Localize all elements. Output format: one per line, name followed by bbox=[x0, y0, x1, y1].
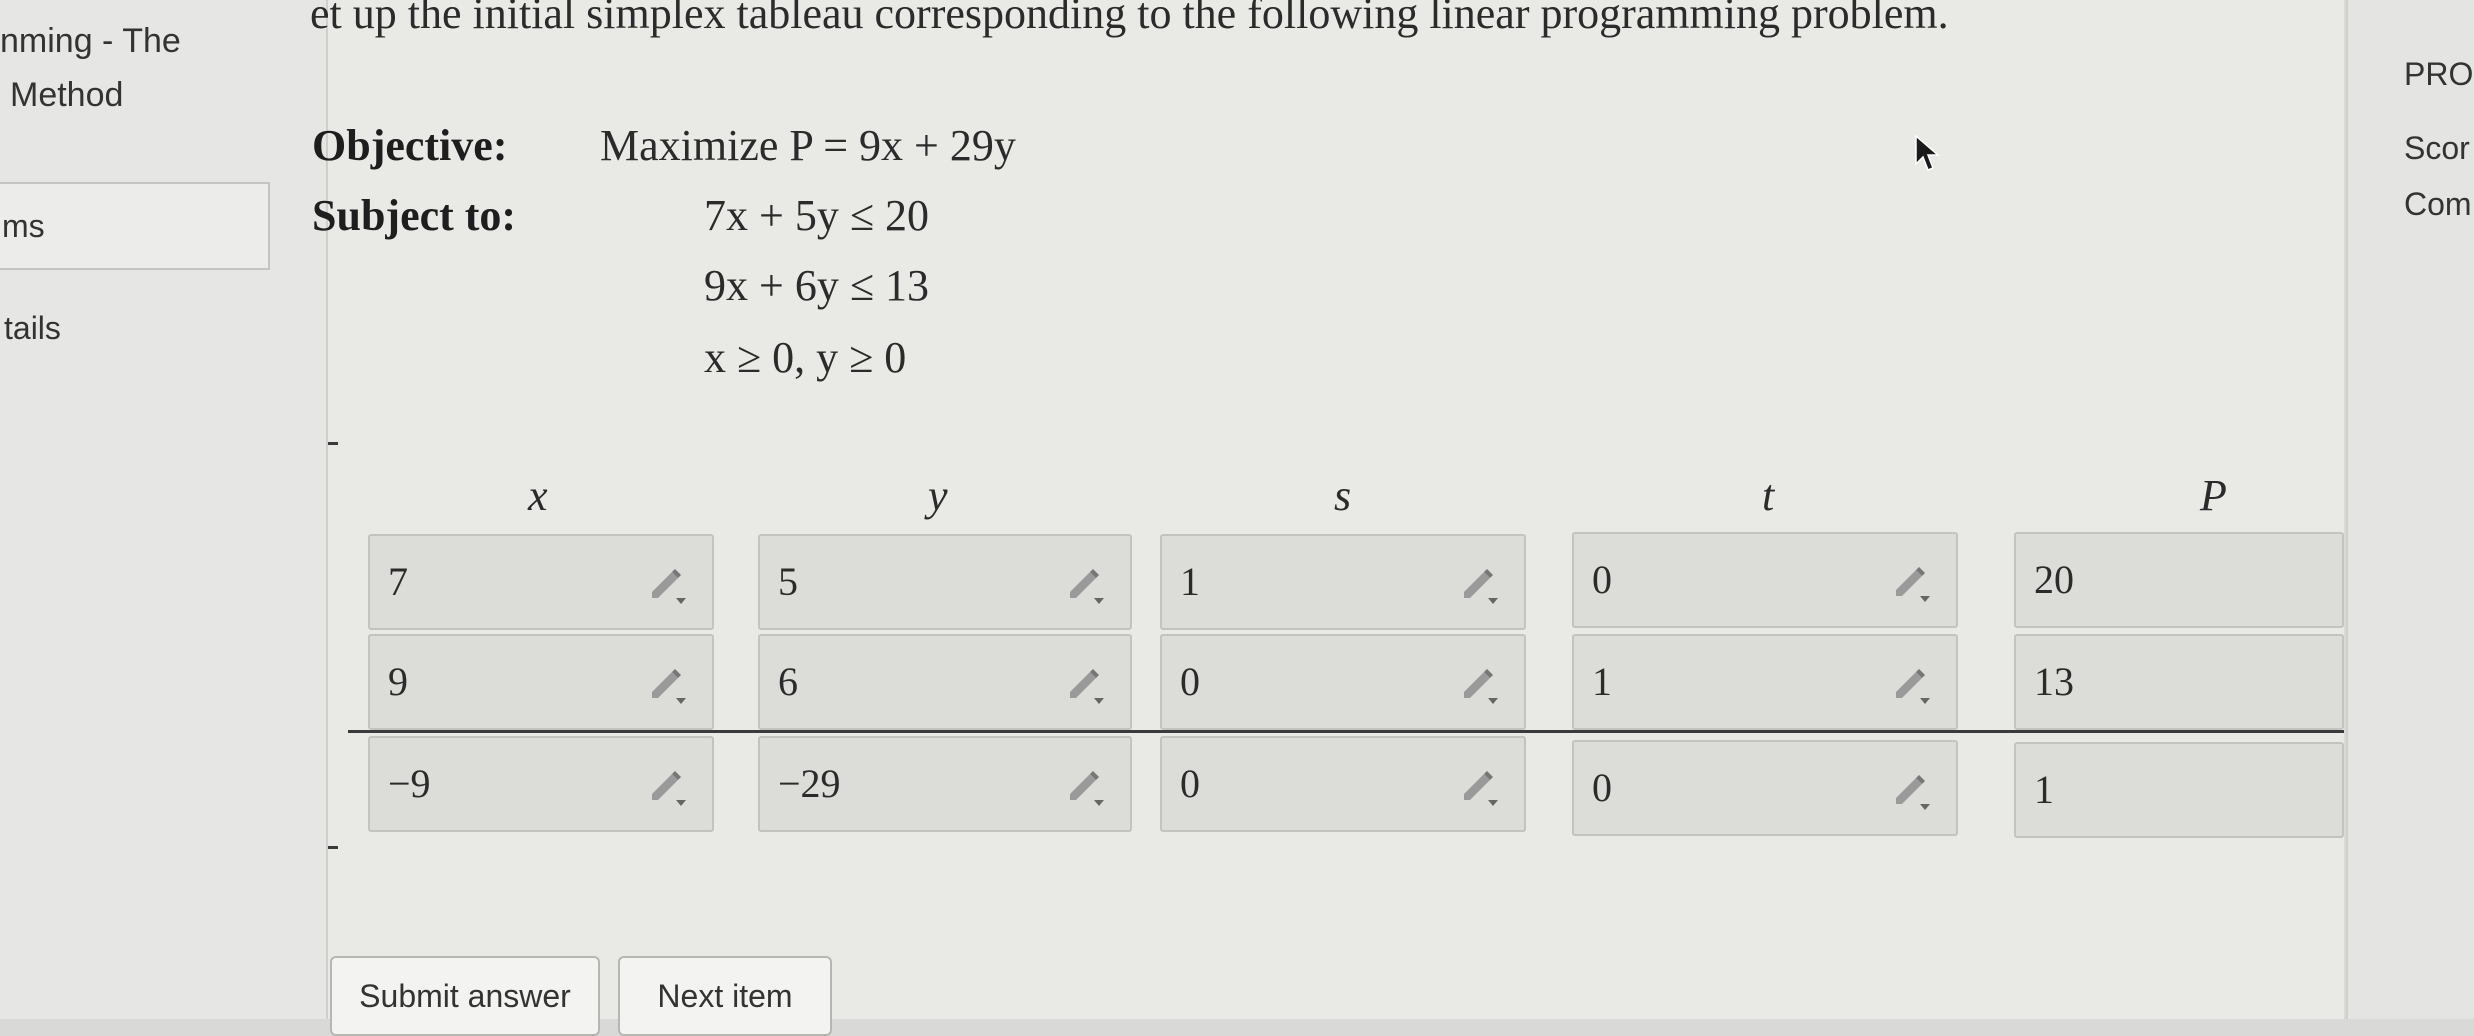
subject-to-label: Subject to: bbox=[312, 191, 517, 240]
objective-function: Maximize P = 9x + 29y bbox=[600, 121, 1016, 170]
tableau-cell-r3-y[interactable]: −29 bbox=[758, 736, 1132, 832]
cell-value: 0 bbox=[1180, 761, 1200, 806]
tableau-cell-r2-P[interactable]: 13 bbox=[2014, 634, 2344, 730]
right-panel: PRO Scor Com bbox=[2346, 0, 2474, 1019]
cell-value: 5 bbox=[778, 559, 798, 604]
pencil-dropdown-icon[interactable] bbox=[1064, 562, 1108, 606]
cell-value: 1 bbox=[2034, 767, 2054, 812]
column-header-P: P bbox=[2200, 471, 2227, 520]
tableau-cell-r1-P[interactable]: 20 bbox=[2014, 532, 2344, 628]
cell-value: 9 bbox=[388, 659, 408, 704]
cell-value: 0 bbox=[1180, 659, 1200, 704]
cell-value: −9 bbox=[388, 761, 431, 806]
cell-value: 20 bbox=[2034, 557, 2074, 602]
column-header-y: y bbox=[928, 471, 948, 520]
tableau-cell-r2-x[interactable]: 9 bbox=[368, 634, 714, 730]
tableau-cell-r1-y[interactable]: 5 bbox=[758, 534, 1132, 630]
question-instructions: et up the initial simplex tableau corres… bbox=[310, 0, 1949, 38]
pencil-dropdown-icon[interactable] bbox=[1890, 768, 1934, 812]
pencil-dropdown-icon[interactable] bbox=[1890, 560, 1934, 604]
tableau-cell-r3-x[interactable]: −9 bbox=[368, 736, 714, 832]
next-item-button[interactable]: Next item bbox=[618, 956, 832, 1036]
cell-value: 7 bbox=[388, 559, 408, 604]
right-panel-completion: Com bbox=[2404, 186, 2472, 222]
tableau-cell-r1-s[interactable]: 1 bbox=[1160, 534, 1526, 630]
question-panel: et up the initial simplex tableau corres… bbox=[310, 0, 2344, 1036]
sidebar-item-problems[interactable]: ms bbox=[0, 182, 270, 270]
tableau-cell-r1-t[interactable]: 0 bbox=[1572, 532, 1958, 628]
sidebar-item-label: ms bbox=[2, 208, 45, 244]
pencil-dropdown-icon[interactable] bbox=[646, 764, 690, 808]
cell-value: 13 bbox=[2034, 659, 2074, 704]
cell-value: 1 bbox=[1180, 559, 1200, 604]
submit-answer-button[interactable]: Submit answer bbox=[330, 956, 600, 1036]
cell-value: −29 bbox=[778, 761, 841, 806]
constraint-1: 7x + 5y ≤ 20 bbox=[704, 191, 929, 240]
sidebar: nming - The Method ms tails bbox=[0, 0, 328, 1019]
tableau-cell-r2-t[interactable]: 1 bbox=[1572, 634, 1958, 730]
cell-value: 0 bbox=[1592, 557, 1612, 602]
pencil-dropdown-icon[interactable] bbox=[1890, 662, 1934, 706]
tableau-cell-r2-s[interactable]: 0 bbox=[1160, 634, 1526, 730]
sidebar-item-details[interactable]: tails bbox=[4, 310, 61, 347]
pencil-dropdown-icon[interactable] bbox=[1064, 764, 1108, 808]
bracket-top-tick bbox=[328, 442, 338, 445]
tableau-cell-r3-P[interactable]: 1 bbox=[2014, 742, 2344, 838]
tableau-cell-r1-x[interactable]: 7 bbox=[368, 534, 714, 630]
assignment-title[interactable]: nming - The Method bbox=[0, 14, 181, 122]
constraint-2: 9x + 6y ≤ 13 bbox=[704, 261, 929, 310]
assignment-title-line1: nming - The bbox=[0, 22, 181, 60]
cell-value: 1 bbox=[1592, 659, 1612, 704]
right-panel-heading: PRO bbox=[2404, 56, 2474, 92]
assignment-title-line2: Method bbox=[10, 76, 124, 114]
right-panel-score: Scor bbox=[2404, 130, 2470, 166]
mouse-pointer-icon bbox=[1915, 134, 1941, 171]
column-header-x: x bbox=[528, 471, 548, 520]
tableau-divider bbox=[348, 730, 2344, 733]
bracket-bottom-tick bbox=[328, 846, 338, 849]
cell-value: 0 bbox=[1592, 765, 1612, 810]
constraint-nonnegativity: x ≥ 0, y ≥ 0 bbox=[704, 333, 907, 382]
pencil-dropdown-icon[interactable] bbox=[1064, 662, 1108, 706]
tableau-cell-r3-t[interactable]: 0 bbox=[1572, 740, 1958, 836]
column-header-t: t bbox=[1762, 471, 1775, 520]
tableau-cell-r3-s[interactable]: 0 bbox=[1160, 736, 1526, 832]
cell-value: 6 bbox=[778, 659, 798, 704]
column-header-s: s bbox=[1334, 471, 1352, 520]
pencil-dropdown-icon[interactable] bbox=[646, 662, 690, 706]
pencil-dropdown-icon[interactable] bbox=[1458, 764, 1502, 808]
objective-label: Objective: bbox=[312, 121, 508, 170]
pencil-dropdown-icon[interactable] bbox=[1458, 662, 1502, 706]
pencil-dropdown-icon[interactable] bbox=[646, 562, 690, 606]
tableau-cell-r2-y[interactable]: 6 bbox=[758, 634, 1132, 730]
pencil-dropdown-icon[interactable] bbox=[1458, 562, 1502, 606]
